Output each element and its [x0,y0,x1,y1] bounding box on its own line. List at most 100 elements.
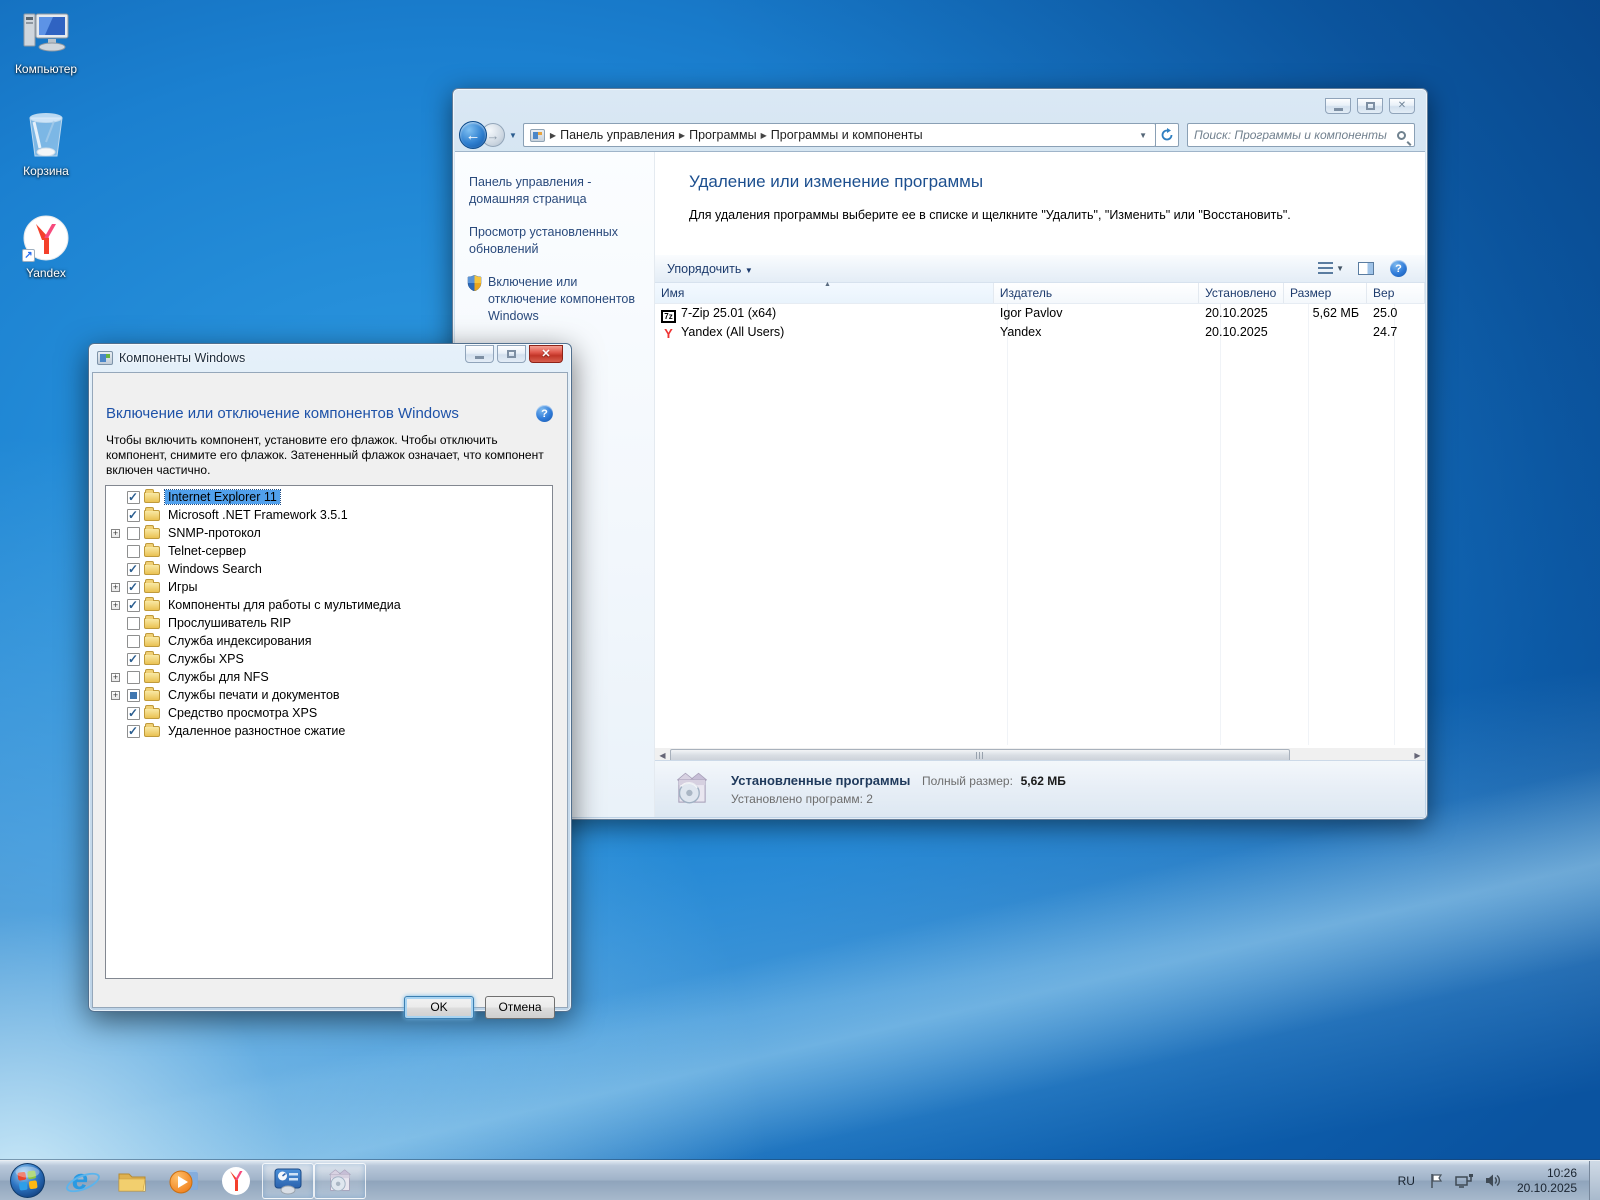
maximize-button[interactable] [1357,98,1383,114]
cancel-button[interactable]: Отмена [485,996,555,1019]
show-desktop-button[interactable] [1589,1161,1600,1200]
expander-plus-icon[interactable]: + [111,691,120,700]
action-center-flag-icon[interactable] [1429,1173,1444,1189]
recent-pages-chevron-icon[interactable]: ▼ [509,131,517,140]
network-icon[interactable] [1455,1173,1474,1188]
feature-checkbox[interactable] [127,671,140,684]
feature-row[interactable]: + Telnet-сервер [106,542,552,560]
address-bar[interactable]: ▶ Панель управления ▶ Программы ▶ Програ… [523,123,1156,147]
feature-checkbox[interactable] [127,635,140,648]
preview-pane-button[interactable] [1358,262,1374,275]
desktop-icon-yandex[interactable]: ↗ Yandex [0,210,92,280]
feature-checkbox[interactable] [127,581,140,594]
folder-icon [144,654,160,665]
column-header-version[interactable]: Вер [1367,283,1425,303]
address-dropdown-icon[interactable]: ▼ [1135,131,1151,140]
column-header-installed[interactable]: Установлено [1199,283,1284,303]
organize-button[interactable]: Упорядочить ▼ [667,262,753,276]
feature-row[interactable]: + Средство просмотра XPS [106,704,552,722]
table-row[interactable]: 7z7-Zip 25.01 (x64) Igor Pavlov 20.10.20… [655,304,1425,323]
taskbar-windows-installer[interactable] [314,1163,366,1199]
feature-label: Службы XPS [165,652,247,666]
help-button[interactable]: ? [1390,260,1407,277]
column-header-publisher[interactable]: Издатель [994,283,1199,303]
search-icon[interactable] [1397,131,1406,140]
internet-explorer-icon: e [72,1166,88,1195]
clock[interactable]: 10:26 20.10.2025 [1517,1166,1577,1196]
features-list[interactable]: + Internet Explorer 11 + Microsoft .NET … [105,485,553,979]
search-input[interactable]: Поиск: Программы и компоненты [1187,123,1415,147]
feature-row[interactable]: + Службы для NFS [106,668,552,686]
feature-checkbox[interactable] [127,689,140,702]
desktop: Компьютер Корзина ↗ Yandex [0,0,1600,1200]
folder-icon [144,528,160,539]
feature-row[interactable]: + Службы XPS [106,650,552,668]
desktop-icon-computer[interactable]: Компьютер [0,6,92,76]
column-gridlines [655,304,1425,745]
volume-icon[interactable] [1485,1173,1502,1188]
taskbar-internet-explorer[interactable]: e [54,1163,106,1199]
taskbar-control-panel[interactable] [262,1163,314,1199]
feature-checkbox[interactable] [127,617,140,630]
feature-row[interactable]: + Служба индексирования [106,632,552,650]
feature-checkbox[interactable] [127,653,140,666]
feature-checkbox[interactable] [127,491,140,504]
minimize-button[interactable] [465,345,494,363]
control-panel-icon [273,1166,303,1196]
expander-plus-icon[interactable]: + [111,601,120,610]
dialog-caption-buttons: ✕ [462,345,563,363]
feature-checkbox[interactable] [127,563,140,576]
help-button[interactable]: ? [536,405,553,422]
sidebar-item-installed-updates[interactable]: Просмотр установленных обновлений [469,224,646,258]
feature-checkbox[interactable] [127,725,140,738]
feature-checkbox[interactable] [127,545,140,558]
chevron-down-icon: ▼ [1336,264,1344,273]
desktop-icon-recycle-bin[interactable]: Корзина [0,108,92,178]
expander-plus-icon[interactable]: + [111,529,120,538]
close-button[interactable]: ✕ [1389,98,1415,114]
command-bar: Упорядочить ▼ ▼ ? [655,255,1425,283]
expander-plus-icon[interactable]: + [111,583,120,592]
breadcrumb-programs-and-features[interactable]: Программы и компоненты [767,128,927,142]
feature-row[interactable]: + Удаленное разностное сжатие [106,722,552,740]
recycle-bin-icon [0,108,92,160]
column-header-name[interactable]: Имя▲ [655,283,994,303]
feature-row[interactable]: + SNMP-протокол [106,524,552,542]
column-header-size[interactable]: Размер [1284,283,1367,303]
feature-row[interactable]: + Службы печати и документов [106,686,552,704]
sidebar-item-control-panel-home[interactable]: Панель управления - домашняя страница [469,174,646,208]
status-size-value: 5,62 МБ [1021,774,1066,788]
breadcrumb-programs[interactable]: Программы [685,128,761,142]
refresh-button[interactable] [1155,123,1179,147]
feature-row[interactable]: + Internet Explorer 11 [106,488,552,506]
back-button[interactable]: ← [459,121,487,149]
change-view-button[interactable]: ▼ [1318,262,1344,275]
ok-button[interactable]: OK [404,996,474,1019]
language-indicator[interactable]: RU [1398,1174,1415,1188]
expander-plus-icon[interactable]: + [111,673,120,682]
feature-row[interactable]: + Прослушиватель RIP [106,614,552,632]
minimize-button[interactable] [1325,98,1351,114]
start-button[interactable] [9,1162,46,1199]
feature-checkbox[interactable] [127,527,140,540]
windows-features-icon [97,351,113,365]
taskbar-windows-explorer[interactable] [106,1163,158,1199]
feature-label: Telnet-сервер [165,544,249,558]
table-row[interactable]: YYandex (All Users) Yandex 20.10.2025 24… [655,323,1425,342]
feature-checkbox[interactable] [127,599,140,612]
breadcrumb-control-panel[interactable]: Панель управления [556,128,679,142]
feature-checkbox[interactable] [127,707,140,720]
feature-row[interactable]: + Microsoft .NET Framework 3.5.1 [106,506,552,524]
sidebar-item-windows-features[interactable]: Включение или отключение компонентов Win… [469,274,646,325]
maximize-button[interactable] [497,345,526,363]
feature-label: SNMP-протокол [165,526,264,540]
details-pane: Установленные программы Полный размер: 5… [655,760,1425,817]
close-button[interactable]: ✕ [529,345,563,363]
feature-row[interactable]: + Windows Search [106,560,552,578]
feature-row[interactable]: + Компоненты для работы с мультимедиа [106,596,552,614]
feature-row[interactable]: + Игры [106,578,552,596]
taskbar-media-player[interactable] [158,1163,210,1199]
taskbar-yandex-browser[interactable] [210,1163,262,1199]
feature-checkbox[interactable] [127,509,140,522]
media-player-icon [168,1166,200,1196]
